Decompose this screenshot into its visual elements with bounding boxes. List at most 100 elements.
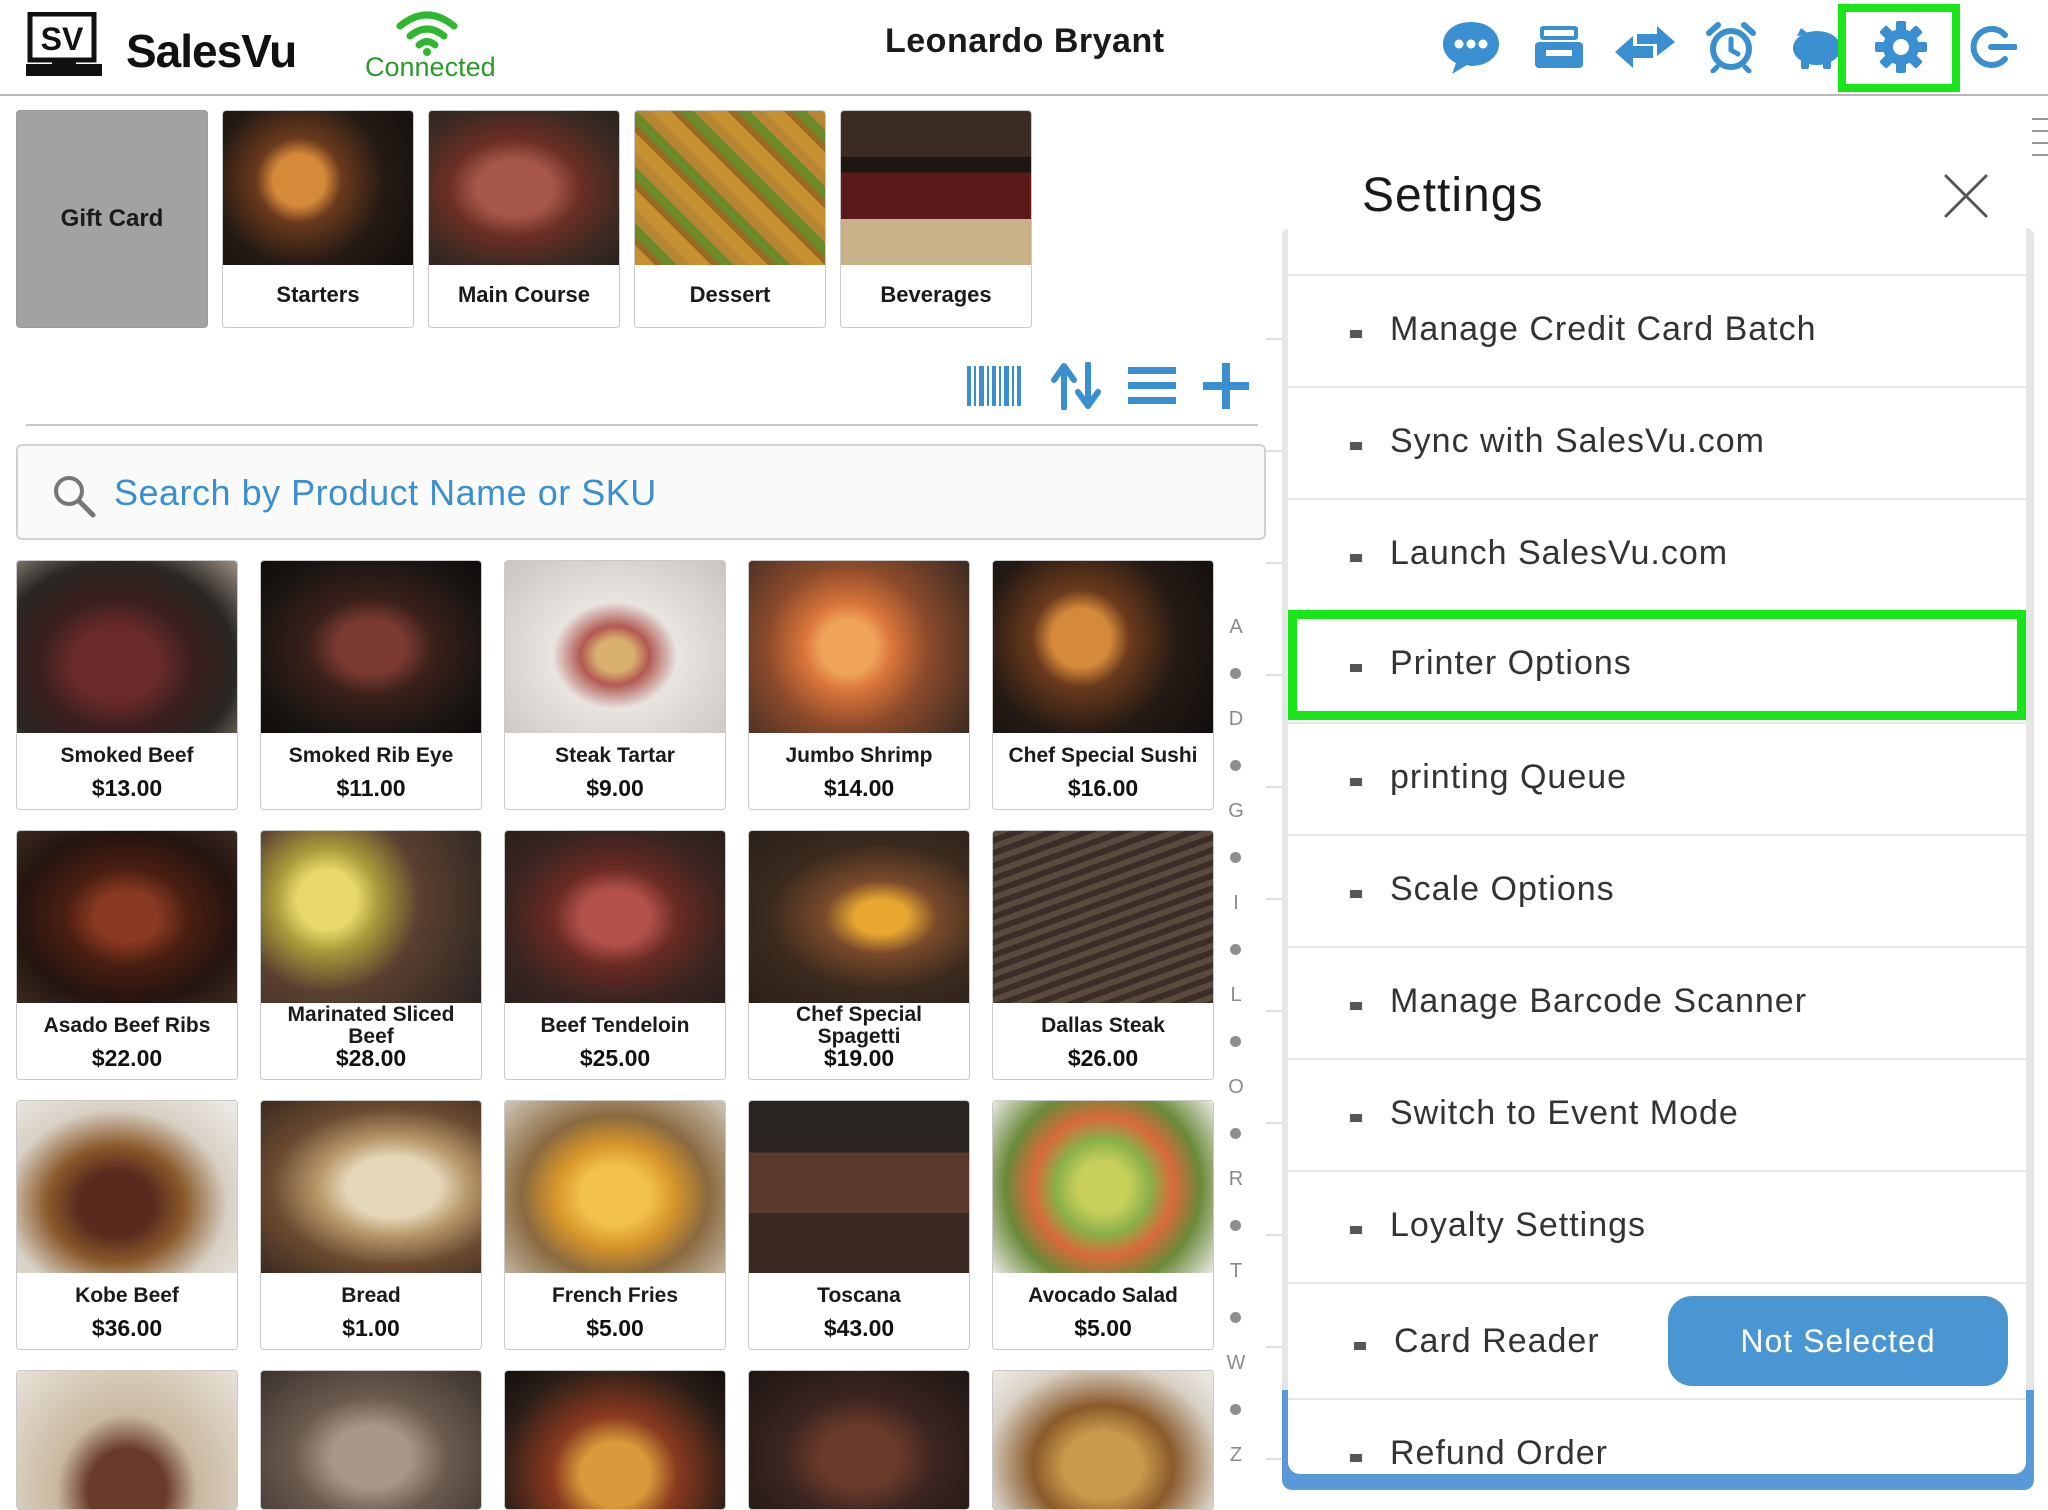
settings-item-printing-queue[interactable]: printing Queue (1288, 722, 2026, 834)
gear-highlight-box (1838, 4, 1960, 92)
bullet-icon (1350, 1226, 1362, 1234)
search-input[interactable]: Search by Product Name or SKU (16, 444, 1266, 540)
settings-item-label: Scale Options (1390, 870, 1615, 908)
sort-icon[interactable] (1046, 358, 1106, 414)
product-card[interactable] (16, 1370, 238, 1510)
category-starters[interactable]: Starters (222, 110, 414, 328)
product-card[interactable] (504, 1370, 726, 1510)
divider (26, 424, 1258, 426)
product-card[interactable] (992, 1370, 1214, 1510)
connection-status: Connected (365, 52, 496, 82)
product-card[interactable]: Kobe Beef $36.00 (16, 1100, 238, 1350)
product-card[interactable]: Smoked Rib Eye $11.00 (260, 560, 482, 810)
transfer-icon[interactable] (1610, 14, 1680, 80)
settings-item-manage-barcode-scanner[interactable]: Manage Barcode Scanner (1288, 946, 2026, 1058)
add-icon[interactable] (1196, 358, 1256, 414)
product-card[interactable]: Smoked Beef $13.00 (16, 560, 238, 810)
settings-item-card-reader: Card Reader Not Selected (1288, 1282, 2026, 1398)
category-main-course[interactable]: Main Course (428, 110, 620, 328)
product-image (261, 1101, 481, 1273)
product-price: $5.00 (1074, 1315, 1132, 1341)
top-bar: SV SalesVu Connected Leonardo Bryant (0, 0, 2048, 96)
settings-item-label: Sync with SalesVu.com (1390, 422, 1765, 460)
alpha-index-o[interactable]: O (1226, 1076, 1246, 1099)
settings-item-label: Switch to Event Mode (1390, 1094, 1739, 1132)
alpha-index-z[interactable]: Z (1226, 1444, 1246, 1467)
settings-item-printer-options[interactable]: Printer Options (1288, 610, 2026, 720)
category-beverages[interactable]: Beverages (840, 110, 1032, 328)
chat-icon[interactable] (1436, 14, 1506, 80)
product-image (749, 831, 969, 1003)
product-image (17, 831, 237, 1003)
alpha-index-w[interactable]: W (1226, 1352, 1246, 1375)
category-gift-card[interactable]: Gift Card (16, 110, 208, 328)
product-card[interactable]: Toscana $43.00 (748, 1100, 970, 1350)
product-card[interactable]: Avocado Salad $5.00 (992, 1100, 1214, 1350)
settings-item-label: Card Reader (1394, 1322, 1600, 1360)
product-price: $1.00 (342, 1315, 400, 1341)
bullet-icon (1350, 664, 1362, 672)
product-card[interactable]: French Fries $5.00 (504, 1100, 726, 1350)
alpha-index-l[interactable]: L (1226, 984, 1246, 1007)
starters-image (223, 111, 413, 265)
list-view-icon[interactable] (1122, 358, 1182, 414)
product-image (749, 561, 969, 733)
search-placeholder: Search by Product Name or SKU (114, 472, 657, 513)
bullet-icon (1350, 1114, 1362, 1122)
product-card[interactable]: Dallas Steak $26.00 (992, 830, 1214, 1080)
product-price: $28.00 (335, 1045, 407, 1071)
alpha-index-a[interactable]: A (1226, 616, 1246, 639)
product-name: Chef Special Spagetti (795, 1003, 923, 1048)
settings-item-sync-with-salesvu[interactable]: Sync with SalesVu.com (1288, 386, 2026, 498)
background-list-lines (1266, 228, 1282, 1468)
barcode-icon[interactable] (964, 358, 1024, 414)
alpha-index-d[interactable]: D (1226, 708, 1246, 731)
product-name: Toscana (817, 1284, 901, 1307)
product-card[interactable]: Jumbo Shrimp $14.00 (748, 560, 970, 810)
alpha-index-dot (1230, 852, 1241, 863)
product-card[interactable]: Beef Tendeloin $25.00 (504, 830, 726, 1080)
settings-item-label: Launch SalesVu.com (1390, 534, 1729, 572)
settings-item-scale-options[interactable]: Scale Options (1288, 834, 2026, 946)
alpha-index-i[interactable]: I (1226, 892, 1246, 915)
card-reader-select-button[interactable]: Not Selected (1668, 1296, 2008, 1386)
alpha-index-dot (1230, 1312, 1241, 1323)
register-icon[interactable] (1524, 14, 1594, 80)
bullet-icon (1350, 554, 1362, 562)
product-card[interactable]: Bread $1.00 (260, 1100, 482, 1350)
product-card[interactable] (260, 1370, 482, 1510)
alpha-index-dot (1230, 1220, 1241, 1231)
settings-item-manage-credit-card-batch[interactable]: Manage Credit Card Batch (1288, 274, 2026, 386)
product-card[interactable]: Chef Special Spagetti $19.00 (748, 830, 970, 1080)
product-name: Kobe Beef (75, 1284, 179, 1307)
product-name: Avocado Salad (1028, 1284, 1178, 1307)
product-card[interactable]: Chef Special Sushi $16.00 (992, 560, 1214, 810)
product-name: Dallas Steak (1041, 1014, 1165, 1037)
alpha-index-r[interactable]: R (1226, 1168, 1246, 1191)
product-image (993, 1371, 1213, 1509)
logout-icon[interactable] (1956, 14, 2026, 80)
alpha-index-dot (1230, 944, 1241, 955)
settings-item-refund-order[interactable]: Refund Order (1288, 1398, 2026, 1474)
settings-item-launch-salesvu[interactable]: Launch SalesVu.com (1288, 498, 2026, 610)
settings-item-label: Manage Credit Card Batch (1390, 310, 1817, 348)
settings-item-switch-to-event-mode[interactable]: Switch to Event Mode (1288, 1058, 2026, 1170)
category-label: Beverages (880, 282, 992, 307)
alarm-clock-icon[interactable] (1696, 14, 1766, 80)
product-image (993, 561, 1213, 733)
product-price: $9.00 (586, 775, 644, 801)
user-name: Leonardo Bryant (885, 22, 1165, 60)
product-card[interactable] (748, 1370, 970, 1510)
product-card[interactable]: Marinated Sliced Beef $28.00 (260, 830, 482, 1080)
product-name: Jumbo Shrimp (785, 744, 933, 767)
settings-item-loyalty-settings[interactable]: Loyalty Settings (1288, 1170, 2026, 1282)
product-price: $5.00 (586, 1315, 644, 1341)
product-price: $19.00 (823, 1045, 895, 1071)
category-dessert[interactable]: Dessert (634, 110, 826, 328)
main-course-image (429, 111, 619, 265)
alpha-index-g[interactable]: G (1226, 800, 1246, 823)
close-icon[interactable] (1942, 172, 1990, 220)
product-card[interactable]: Steak Tartar $9.00 (504, 560, 726, 810)
product-card[interactable]: Asado Beef Ribs $22.00 (16, 830, 238, 1080)
alpha-index-t[interactable]: T (1226, 1260, 1246, 1283)
